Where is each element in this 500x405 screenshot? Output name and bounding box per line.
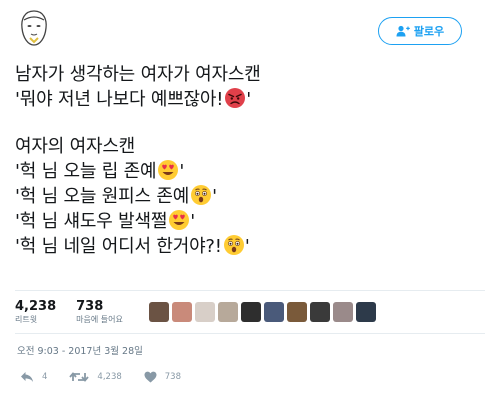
like-stat[interactable]: 738 마음에 들어요 <box>76 299 123 326</box>
heart-icon <box>144 371 157 383</box>
retweet-stat[interactable]: 4,238 리트윗 <box>15 299 56 326</box>
stats-row: 4,238 리트윗 738 마음에 들어요 <box>15 290 485 334</box>
retweet-button[interactable]: 4,238 <box>69 371 122 383</box>
tweet-timestamp[interactable]: 오전 9:03 - 2017년 3월 28일 <box>17 343 143 357</box>
tweet-line-suffix: ' <box>212 186 217 207</box>
reply-icon <box>21 372 33 382</box>
tweet-line: '뭐야 저년 나보다 예쁘잖아! ' <box>15 87 485 112</box>
angry-face-icon <box>225 88 246 108</box>
tweet-line: 남자가 생각하는 여자가 여자스캔 <box>15 62 485 87</box>
liker-avatar[interactable] <box>148 302 169 322</box>
tweet-line-suffix: ' <box>179 161 185 182</box>
liker-avatar[interactable] <box>171 302 192 322</box>
tweet-line: '헉 님 오늘 립 존예 ' <box>15 159 485 184</box>
retweet-stat-label: 리트윗 <box>15 314 38 324</box>
liker-avatar[interactable] <box>240 302 261 322</box>
like-stat-label: 마음에 들어요 <box>76 314 123 324</box>
liker-avatar[interactable] <box>263 302 284 322</box>
astonished-face-icon <box>223 235 244 255</box>
tweet-line-suffix: ' <box>246 89 252 110</box>
tweet-line: '헉 님 섀도우 발색쩔 ' <box>15 209 485 234</box>
liker-avatar[interactable] <box>332 302 353 322</box>
tweet-actions: 4 4,238 738 <box>20 371 203 383</box>
add-user-icon <box>396 25 410 37</box>
tweet-text: 남자가 생각하는 여자가 여자스캔 '뭐야 저년 나보다 예쁘잖아! ' 여자의… <box>15 62 485 259</box>
tweet-line: '헉 님 네일 어디서 한거야?! ' <box>15 234 485 259</box>
like-button[interactable]: 738 <box>144 371 181 383</box>
heart-eyes-icon <box>158 160 179 180</box>
retweet-stat-count: 4,238 <box>15 298 57 314</box>
avatar-face-icon <box>21 10 47 46</box>
liker-avatar[interactable] <box>286 302 307 322</box>
liker-avatar[interactable] <box>309 302 330 322</box>
tweet-line-text: '헉 님 네일 어디서 한거야?! <box>15 236 222 257</box>
tweet-line-text: 여자의 여자스캔 <box>15 136 136 157</box>
liker-avatar[interactable] <box>355 302 376 322</box>
retweet-icon <box>69 372 90 382</box>
tweet-line-suffix: ' <box>244 236 250 257</box>
follow-label: 팔로우 <box>413 25 445 38</box>
reply-button[interactable]: 4 <box>20 371 47 383</box>
heart-eyes-icon <box>169 210 190 230</box>
tweet-line-text: '헉 님 오늘 립 존예 <box>15 161 157 182</box>
liker-avatar[interactable] <box>217 302 238 322</box>
liker-avatar[interactable] <box>194 302 215 322</box>
tweet-line-text: '뭐야 저년 나보다 예쁘잖아! <box>15 89 224 110</box>
astonished-face-icon <box>191 185 212 205</box>
like-stat-count: 738 <box>76 298 104 314</box>
tweet-line-text: 남자가 생각하는 여자가 여자스캔 <box>15 64 261 85</box>
tweet-line: 여자의 여자스캔 <box>15 134 485 159</box>
like-count: 738 <box>164 372 181 382</box>
likers-list <box>148 302 376 322</box>
tweet-line-text: '헉 님 섀도우 발색쩔 <box>15 211 168 232</box>
avatar[interactable] <box>16 8 52 48</box>
tweet-line-text: '헉 님 오늘 원피스 존예 <box>15 186 190 207</box>
tweet-line: '헉 님 오늘 원피스 존예 ' <box>15 184 485 209</box>
tweet-line-suffix: ' <box>190 211 195 232</box>
retweet-count: 4,238 <box>97 372 122 382</box>
reply-count: 4 <box>42 372 48 382</box>
follow-button[interactable]: 팔로우 <box>378 17 462 45</box>
